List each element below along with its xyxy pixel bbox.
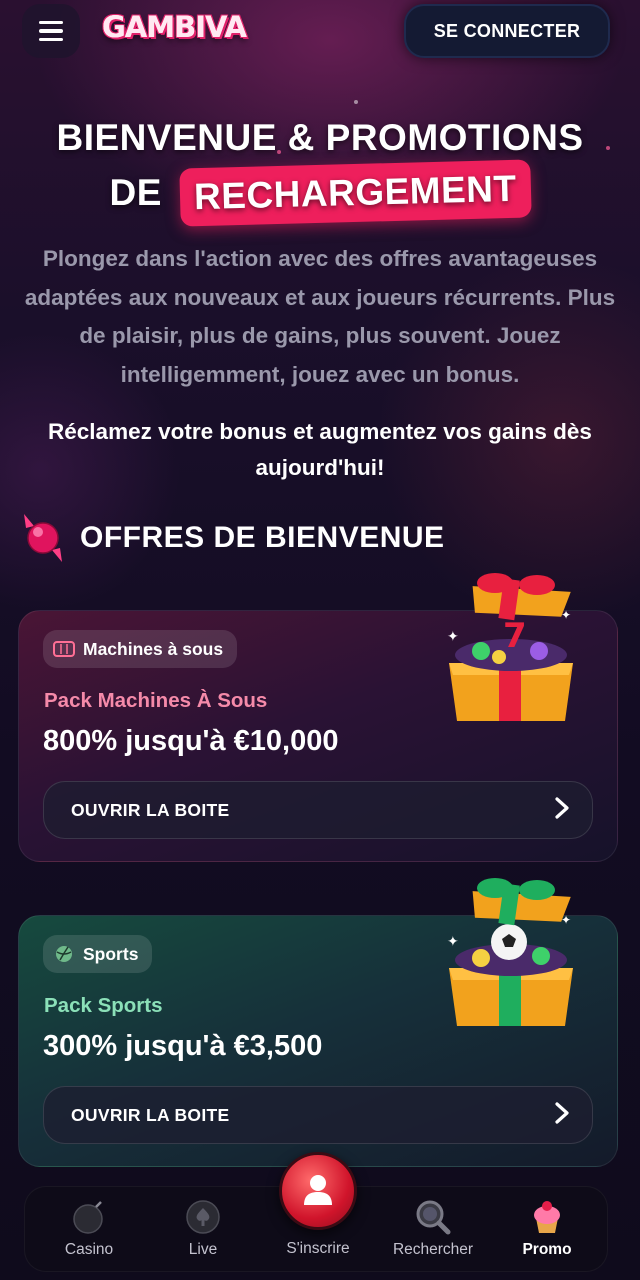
open-box-button[interactable]: OUVRIR LA BOITE [43, 781, 593, 839]
nav-label: Casino [64, 1241, 114, 1258]
sparkle-decoration [354, 100, 358, 104]
signup-label[interactable]: S'inscrire [268, 1240, 368, 1258]
ball-icon [53, 943, 75, 965]
hero-description: Plongez dans l'action avec des offres av… [24, 246, 616, 387]
signup-button[interactable] [279, 1152, 357, 1230]
nav-item-promo[interactable]: Promo [497, 1197, 597, 1259]
pack-name: Pack Sports [44, 994, 163, 1017]
magnifier-icon [413, 1197, 453, 1237]
top-header: GAMBIVA SE CONNECTER [0, 0, 640, 64]
svg-text:✦: ✦ [561, 608, 571, 622]
title-line-1: BIENVENUE & PROMOTIONS [56, 117, 584, 158]
nav-label: Live [188, 1241, 218, 1258]
svg-text:✦: ✦ [447, 933, 459, 949]
category-badge: Machines à sous [43, 630, 238, 668]
nav-item-casino[interactable]: Casino [39, 1197, 139, 1259]
gift-box-icon: 7 ✦ ✦ [441, 571, 581, 731]
open-box-label: OUVRIR LA BOITE [71, 799, 230, 820]
candy-icon [20, 512, 66, 564]
title-prefix: DE [109, 172, 162, 213]
nav-label: Promo [522, 1241, 572, 1258]
section-title: OFFRES DE BIENVENUE [80, 521, 445, 554]
brand-logo[interactable]: GAMBIVA [102, 10, 247, 54]
category-badge: Sports [43, 935, 153, 973]
welcome-offers-heading: OFFRES DE BIENVENUE [20, 512, 445, 564]
pack-name: Pack Machines À Sous [44, 689, 268, 712]
menu-icon [39, 20, 63, 25]
user-icon [298, 1169, 338, 1214]
cupcake-icon [527, 1197, 567, 1237]
svg-text:✦: ✦ [447, 628, 459, 644]
bomb-icon [69, 1197, 109, 1237]
svg-text:7: 7 [503, 616, 527, 656]
hero-call-to-action: Réclamez votre bonus et augmentez vos ga… [48, 419, 592, 480]
page-title: BIENVENUE & PROMOTIONS DE RECHARGEMENT [0, 112, 640, 227]
nav-label: Rechercher [392, 1241, 474, 1258]
chevron-right-icon [554, 796, 570, 825]
hamburger-menu-button[interactable] [22, 4, 80, 58]
category-label: Machines à sous [83, 638, 224, 659]
open-box-label: OUVRIR LA BOITE [71, 1104, 230, 1125]
slot-machine-icon [53, 638, 75, 660]
gift-box-icon: ✦ ✦ [441, 876, 581, 1036]
nav-item-live[interactable]: Live [153, 1197, 253, 1259]
offer-card-slots[interactable]: Machines à sous Pack Machines À Sous 800… [18, 573, 618, 862]
open-box-button[interactable]: OUVRIR LA BOITE [43, 1086, 593, 1144]
title-highlight: RECHARGEMENT [179, 159, 532, 227]
category-label: Sports [83, 943, 139, 964]
svg-text:✦: ✦ [561, 913, 571, 927]
chevron-right-icon [554, 1101, 570, 1130]
pack-value: 800% jusqu'à €10,000 [43, 725, 339, 757]
offer-card-sports[interactable]: Sports Pack Sports 300% jusqu'à €3,500 O… [18, 878, 618, 1167]
login-button[interactable]: SE CONNECTER [404, 4, 610, 58]
pack-value: 300% jusqu'à €3,500 [43, 1030, 323, 1062]
spade-icon [183, 1197, 223, 1237]
nav-item-search[interactable]: Rechercher [383, 1197, 483, 1259]
